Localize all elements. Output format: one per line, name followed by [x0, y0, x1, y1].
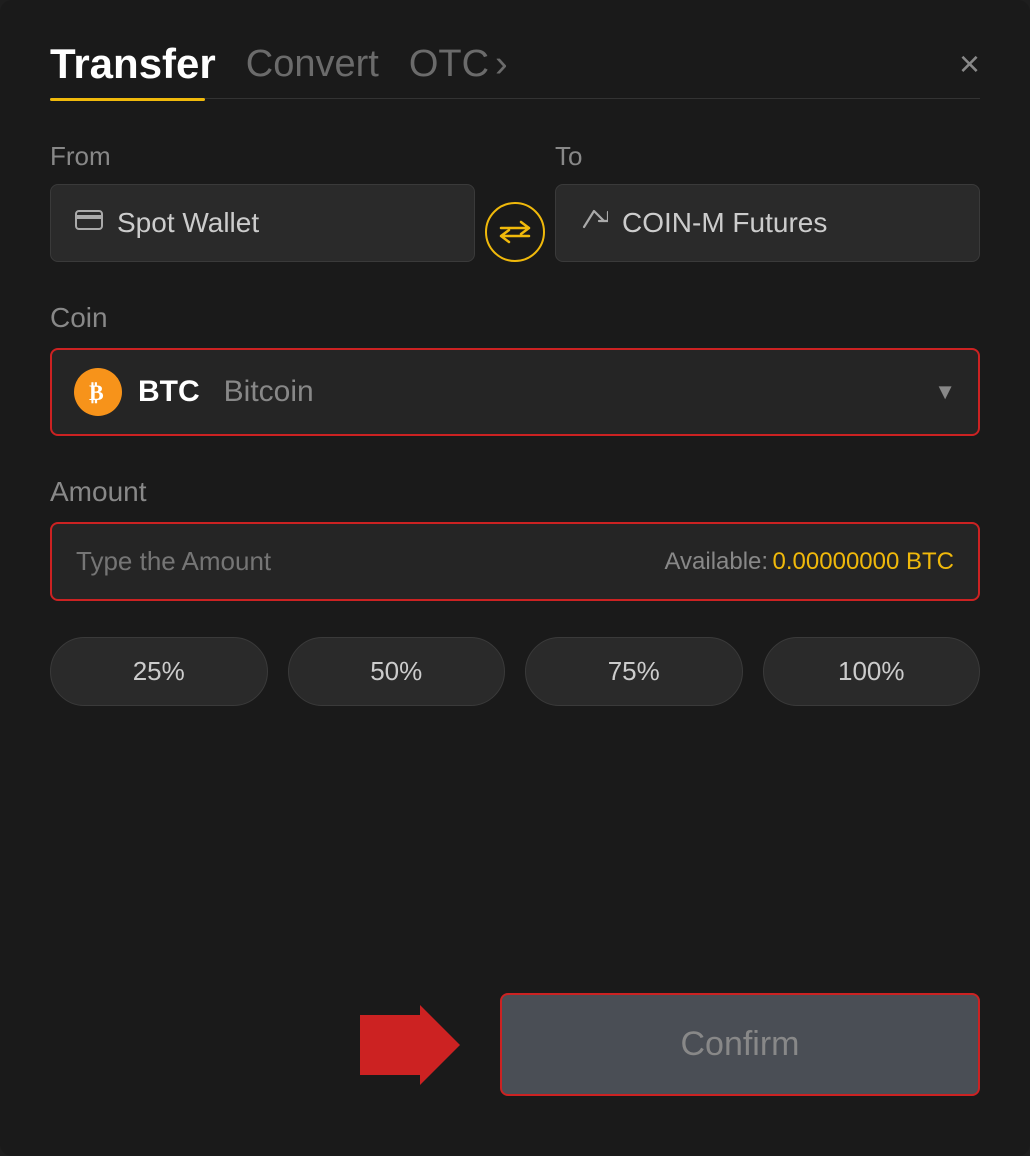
modal-header: Transfer Convert OTC › × — [50, 40, 980, 88]
swap-button[interactable] — [485, 202, 545, 262]
coin-label: Coin — [50, 302, 980, 334]
pct-25-button[interactable]: 25% — [50, 637, 268, 706]
close-button[interactable]: × — [959, 46, 980, 82]
to-label: To — [555, 141, 980, 172]
pct-100-button[interactable]: 100% — [763, 637, 981, 706]
percentage-row: 25% 50% 75% 100% — [50, 637, 980, 706]
pct-50-button[interactable]: 50% — [288, 637, 506, 706]
tab-convert[interactable]: Convert — [246, 43, 379, 86]
pct-75-button[interactable]: 75% — [525, 637, 743, 706]
to-wallet-name: COIN-M Futures — [622, 207, 827, 239]
coin-symbol: BTC — [138, 375, 200, 409]
tab-underline-bar — [50, 98, 980, 101]
tab-transfer[interactable]: Transfer — [50, 40, 216, 88]
coin-selector[interactable]: ₿ BTC Bitcoin ▼ — [50, 348, 980, 436]
btc-icon: ₿ — [74, 368, 122, 416]
amount-box: Available: 0.00000000 BTC — [50, 522, 980, 601]
svg-text:₿: ₿ — [89, 380, 104, 405]
arrow-icon — [360, 1005, 460, 1085]
confirm-section: Confirm — [50, 993, 980, 1096]
to-wallet-selector[interactable]: COIN-M Futures — [555, 184, 980, 262]
futures-icon — [580, 207, 608, 239]
amount-label: Amount — [50, 476, 980, 508]
wallet-icon — [75, 210, 103, 236]
amount-section: Amount Available: 0.00000000 BTC — [50, 476, 980, 637]
available-label: Available: 0.00000000 BTC — [664, 548, 954, 576]
from-wallet-name: Spot Wallet — [117, 207, 259, 239]
amount-input[interactable] — [76, 546, 664, 577]
coin-chevron-icon: ▼ — [934, 379, 956, 405]
available-value: 0.00000000 BTC — [773, 548, 954, 575]
swap-container — [475, 202, 555, 262]
tab-underline-active — [50, 98, 205, 101]
to-side: To COIN-M Futures — [555, 141, 980, 262]
arrow-container — [360, 1000, 460, 1090]
from-label: From — [50, 141, 475, 172]
from-to-section: From Spot Wallet To — [50, 141, 980, 262]
transfer-modal: Transfer Convert OTC › × From Spot Wa — [0, 0, 1030, 1156]
from-wallet-selector[interactable]: Spot Wallet — [50, 184, 475, 262]
confirm-button[interactable]: Confirm — [500, 993, 980, 1096]
coin-name: Bitcoin — [224, 375, 314, 409]
coin-section: Coin ₿ BTC Bitcoin ▼ — [50, 302, 980, 476]
tab-otc[interactable]: OTC › — [409, 43, 508, 86]
from-side: From Spot Wallet — [50, 141, 475, 262]
